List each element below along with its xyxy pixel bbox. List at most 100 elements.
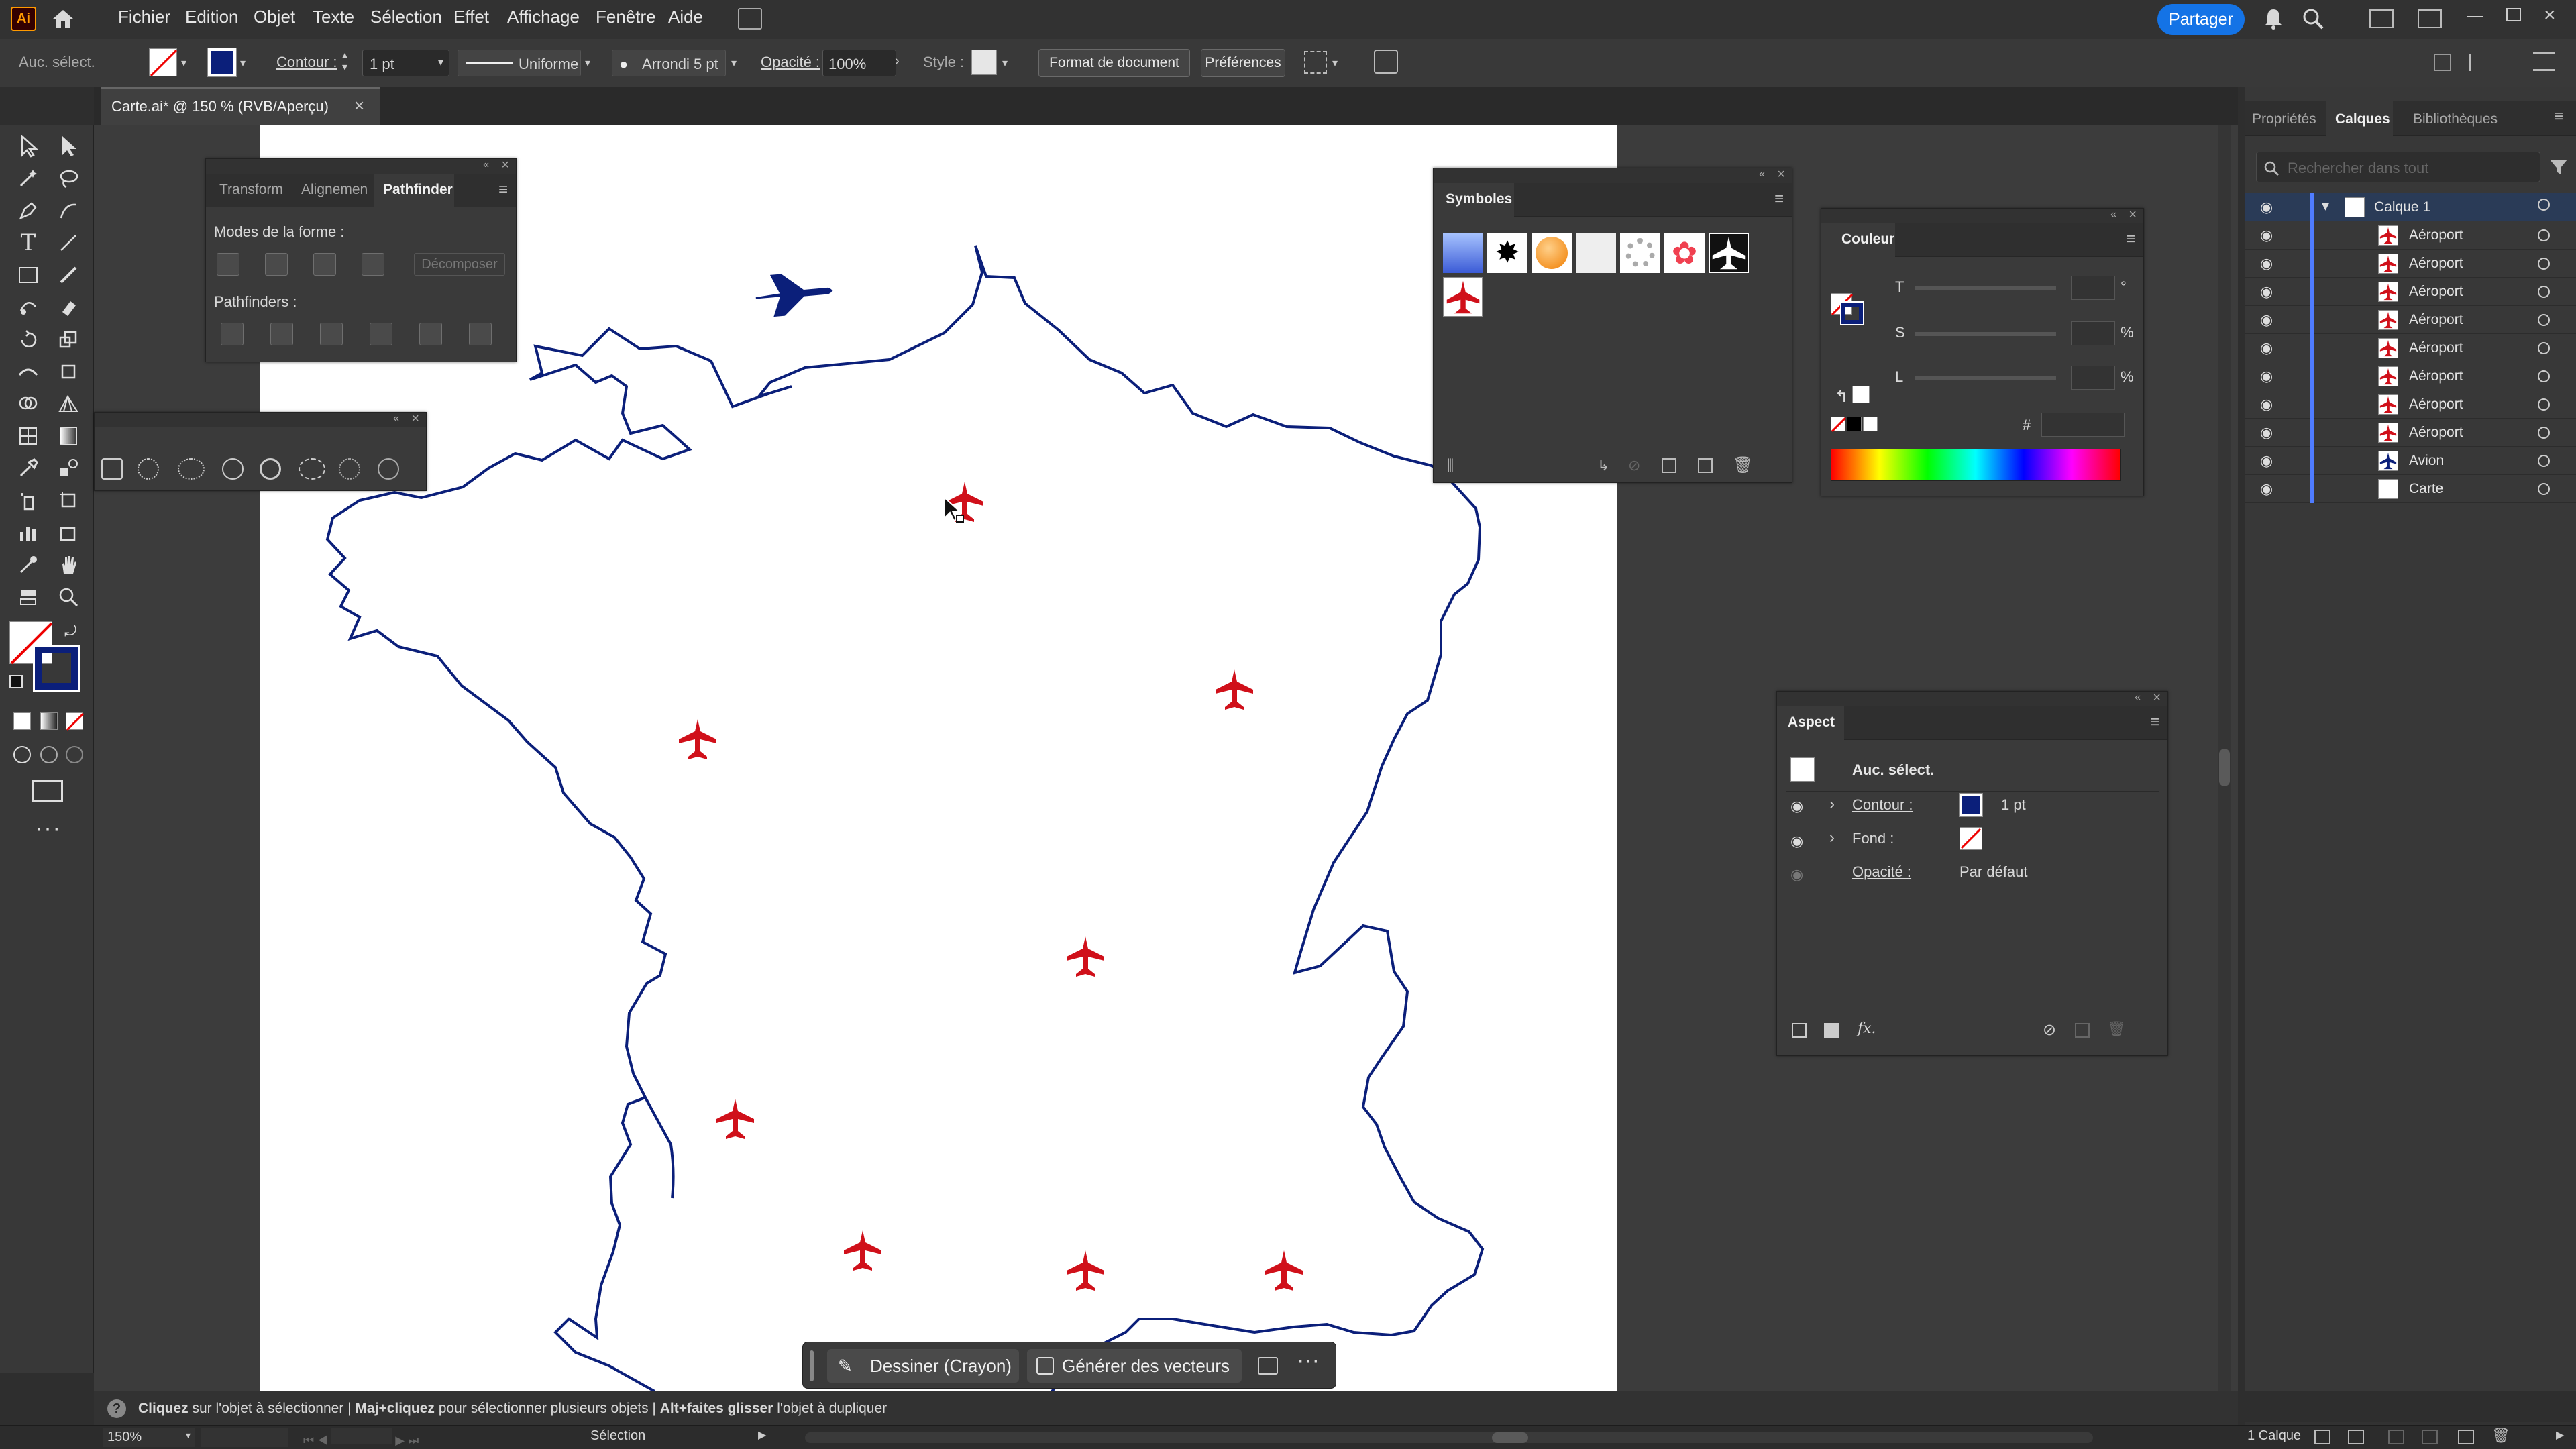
- generative-icon[interactable]: [1374, 50, 1398, 74]
- panel-drag-bar[interactable]: « ×: [95, 411, 426, 427]
- target-icon[interactable]: [2538, 342, 2550, 354]
- target-icon[interactable]: [2538, 398, 2550, 411]
- tab-transform[interactable]: Transform: [219, 182, 283, 198]
- blend-tool-icon[interactable]: [54, 453, 83, 483]
- layer-name[interactable]: Calque 1: [2374, 199, 2430, 215]
- clear-appearance-icon[interactable]: ⊘: [2043, 1020, 2056, 1040]
- lightness-slider[interactable]: [1915, 376, 2056, 380]
- minimize-icon[interactable]: [2467, 16, 2483, 17]
- chevron-down-icon[interactable]: ▾: [240, 56, 246, 70]
- fill-swatch[interactable]: [149, 48, 178, 77]
- collapse-panel-icon[interactable]: «: [2135, 692, 2141, 704]
- add-effect-icon[interactable]: fx.: [1858, 1020, 1876, 1037]
- layer-row[interactable]: ◉ Aéroport: [2245, 362, 2576, 390]
- shaper-tool-icon[interactable]: [13, 292, 43, 322]
- lightness-field[interactable]: [2071, 366, 2115, 390]
- close-panel-icon[interactable]: ×: [411, 411, 419, 427]
- white-swatch[interactable]: [1863, 417, 1878, 431]
- collapse-panel-icon[interactable]: «: [1759, 168, 1765, 180]
- share-button[interactable]: Partager: [2157, 4, 2245, 35]
- layer-row[interactable]: ◉ Aéroport: [2245, 221, 2576, 250]
- tab-appearance[interactable]: Aspect: [1788, 714, 1835, 731]
- new-sublayer-icon[interactable]: [2422, 1430, 2438, 1444]
- symbol-libraries-icon[interactable]: ⫼: [1447, 457, 1454, 474]
- selection-tool-icon[interactable]: [13, 131, 43, 161]
- color-mode-icon[interactable]: [13, 712, 31, 730]
- menu-item-8[interactable]: Aide: [668, 7, 703, 28]
- layer-row[interactable]: ◉ Avion: [2245, 447, 2576, 475]
- new-layer-icon[interactable]: [2458, 1430, 2474, 1444]
- target-icon[interactable]: [2538, 455, 2550, 467]
- type-tool-icon[interactable]: T: [13, 228, 43, 258]
- symbol-scruncher-icon[interactable]: [178, 458, 205, 480]
- intersect-button[interactable]: [313, 253, 336, 276]
- collapse-panel-icon[interactable]: «: [2110, 209, 2116, 221]
- maximize-icon[interactable]: [2506, 8, 2521, 21]
- more-icon[interactable]: ···: [1297, 1348, 1320, 1374]
- symbol-swatch-flower[interactable]: ✿: [1664, 233, 1705, 273]
- layer-name[interactable]: Aéroport: [2409, 227, 2463, 244]
- eye-icon[interactable]: ◉: [2260, 339, 2273, 357]
- target-icon[interactable]: [2538, 286, 2550, 298]
- layer-name[interactable]: Aéroport: [2409, 425, 2463, 441]
- more-options-icon[interactable]: [2533, 52, 2555, 71]
- eye-icon[interactable]: ◉: [2260, 199, 2273, 216]
- preferences-button[interactable]: Préférences: [1201, 49, 1285, 77]
- rectangle-tool-icon[interactable]: [13, 260, 43, 290]
- generate-vectors-button[interactable]: Générer des vecteurs: [1027, 1349, 1242, 1383]
- opacity-field[interactable]: 100%: [822, 50, 896, 76]
- pen-tool-icon[interactable]: [13, 196, 43, 225]
- symbol-options-icon[interactable]: [1662, 458, 1676, 473]
- stroke-swatch-large[interactable]: [33, 645, 80, 692]
- opacity-row-label[interactable]: Opacité :: [1852, 863, 1911, 881]
- symbol-styler-icon[interactable]: [378, 458, 399, 480]
- eye-icon[interactable]: ◉: [1790, 866, 1803, 883]
- panel-menu-icon[interactable]: ≡: [2150, 713, 2159, 732]
- place-symbol-icon[interactable]: ↳: [1597, 457, 1609, 474]
- arrange-panels-icon[interactable]: [2434, 54, 2451, 71]
- break-link-icon[interactable]: ⊘: [1628, 457, 1640, 474]
- hue-slider[interactable]: [1915, 286, 2056, 290]
- align-icon[interactable]: [1304, 51, 1327, 74]
- zoom-field[interactable]: 150% ▾: [103, 1428, 195, 1447]
- chevron-down-icon[interactable]: ▾: [2322, 197, 2329, 215]
- tab-pathfinder[interactable]: Pathfinder: [383, 182, 453, 198]
- symbol-sprayer-tool-icon[interactable]: [13, 486, 43, 515]
- layer-row-root[interactable]: ◉ ▾ Calque 1: [2245, 193, 2576, 221]
- align-options-icon[interactable]: [2469, 54, 2490, 71]
- symbol-sprayer-icon[interactable]: [101, 458, 123, 480]
- document-setup-button[interactable]: Format de document: [1038, 49, 1190, 77]
- out-of-gamut-icon[interactable]: ↰: [1835, 387, 1848, 407]
- none-mode-icon[interactable]: [66, 712, 85, 731]
- eye-icon[interactable]: ◉: [1790, 798, 1803, 815]
- close-panel-icon[interactable]: ×: [501, 158, 509, 173]
- eyedropper-tool-icon[interactable]: [13, 453, 43, 483]
- close-icon[interactable]: ×: [2544, 5, 2564, 25]
- target-icon[interactable]: [2538, 483, 2550, 495]
- layer-row[interactable]: ◉ Aéroport: [2245, 419, 2576, 447]
- shape-builder-tool-icon[interactable]: [13, 389, 43, 419]
- close-panel-icon[interactable]: ×: [1777, 167, 1785, 182]
- crop-button[interactable]: [370, 323, 392, 345]
- hand-tool-icon[interactable]: [54, 550, 83, 580]
- slice-tool-icon[interactable]: [54, 518, 83, 547]
- menu-item-5[interactable]: Effet: [453, 7, 489, 28]
- horizontal-scrollbar[interactable]: [805, 1432, 2093, 1443]
- target-icon[interactable]: [2538, 258, 2550, 270]
- chevron-down-icon[interactable]: ▾: [731, 56, 737, 70]
- chevron-right-icon[interactable]: ›: [1829, 795, 1835, 814]
- color-spectrum[interactable]: [1831, 449, 2121, 481]
- tab-align[interactable]: Alignemen: [301, 182, 368, 198]
- new-symbol-icon[interactable]: [1698, 458, 1713, 473]
- swap-colors-icon[interactable]: ⤾: [64, 623, 76, 640]
- symbol-swatch-banner[interactable]: [1443, 233, 1483, 273]
- eye-icon[interactable]: ◉: [2260, 424, 2273, 441]
- make-clipping-mask-icon[interactable]: [2388, 1430, 2404, 1444]
- menu-item-4[interactable]: Sélection: [370, 7, 442, 28]
- taskbar-handle[interactable]: [810, 1350, 814, 1381]
- panel-menu-icon[interactable]: ≡: [1774, 190, 1784, 209]
- target-icon[interactable]: [2538, 370, 2550, 382]
- zoom-tool-icon[interactable]: [54, 582, 83, 612]
- stroke-row-value[interactable]: 1 pt: [2001, 796, 2026, 814]
- merge-button[interactable]: [320, 323, 343, 345]
